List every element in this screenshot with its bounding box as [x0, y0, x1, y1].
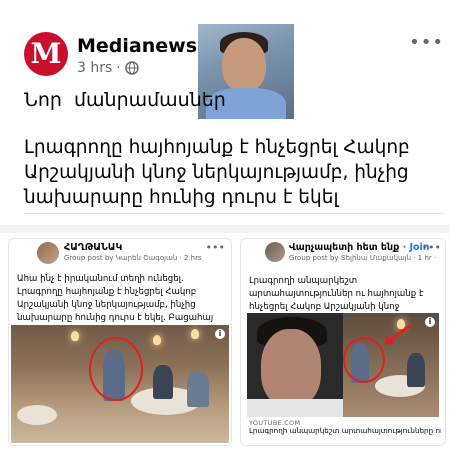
- group-post-card-right[interactable]: Վարչապետի հետ ենք · Join Group post by Տ…: [240, 238, 446, 446]
- post-timestamp[interactable]: 3 hrs ·: [77, 60, 139, 76]
- more-options-icon[interactable]: •••: [206, 241, 225, 254]
- info-icon[interactable]: i: [215, 329, 225, 339]
- post-headline-long: Լրագրողը հայհոյանք է հնչեցրել Հակոբ Արշա…: [24, 137, 410, 208]
- portrait-photo: [247, 313, 343, 417]
- table: [17, 405, 57, 425]
- lamp-light: [153, 335, 161, 345]
- group-post-meta: Group post by Տելինա Մաքակայն · 1 hr ·: [289, 254, 437, 262]
- medianews-logo[interactable]: M: [24, 32, 68, 76]
- arrow-icon: [385, 323, 412, 345]
- group-name[interactable]: ՀԱՂԹԱՆԱԿ: [64, 242, 122, 253]
- time-separator: ·: [116, 60, 121, 76]
- main-post: M Medianews 3 hrs · ••• Նոր մանրամասներ …: [0, 0, 450, 232]
- portrait-collar: [247, 399, 343, 417]
- more-options-icon[interactable]: •••: [409, 32, 444, 53]
- highlight-circle: [343, 337, 385, 383]
- link-preview-image[interactable]: i: [247, 313, 439, 417]
- post-time-text: 3 hrs: [77, 60, 113, 76]
- divider: [24, 213, 444, 214]
- link-domain[interactable]: YOUTUBE.COM: [249, 419, 300, 427]
- more-options-icon[interactable]: •••: [422, 241, 441, 254]
- person: [153, 365, 173, 399]
- group-name-line: Վարչապետի հետ ենք · Join: [289, 242, 430, 253]
- group-avatar[interactable]: [265, 242, 285, 262]
- info-icon[interactable]: i: [425, 317, 435, 327]
- feed-separator: [0, 225, 450, 233]
- group-post-meta: Group post by Կարեն Շագօյան · 2 hrs: [64, 254, 202, 262]
- highlight-circle: [89, 337, 143, 401]
- globe-icon: [125, 61, 139, 75]
- photo-face: [222, 38, 266, 92]
- group-post-card-left[interactable]: ՀԱՂԹԱՆԱԿ Group post by Կարեն Շագօյան · 2…: [8, 238, 232, 446]
- lamp-light: [71, 331, 79, 341]
- portrait-face: [261, 329, 321, 407]
- link-title[interactable]: Լրագրողի անպարկեշտ արտահայտությունները ո…: [249, 427, 441, 436]
- person: [187, 371, 209, 407]
- post-headline-short: Նոր մանրամասներ: [24, 89, 226, 111]
- group-avatar[interactable]: [37, 242, 59, 264]
- person: [407, 353, 425, 387]
- video-thumbnail[interactable]: i: [11, 325, 229, 443]
- lamp-light: [191, 329, 199, 339]
- group-name[interactable]: Վարչապետի հետ ենք: [289, 242, 399, 253]
- page-name[interactable]: Medianews: [77, 35, 197, 57]
- logo-letter: M: [30, 37, 62, 70]
